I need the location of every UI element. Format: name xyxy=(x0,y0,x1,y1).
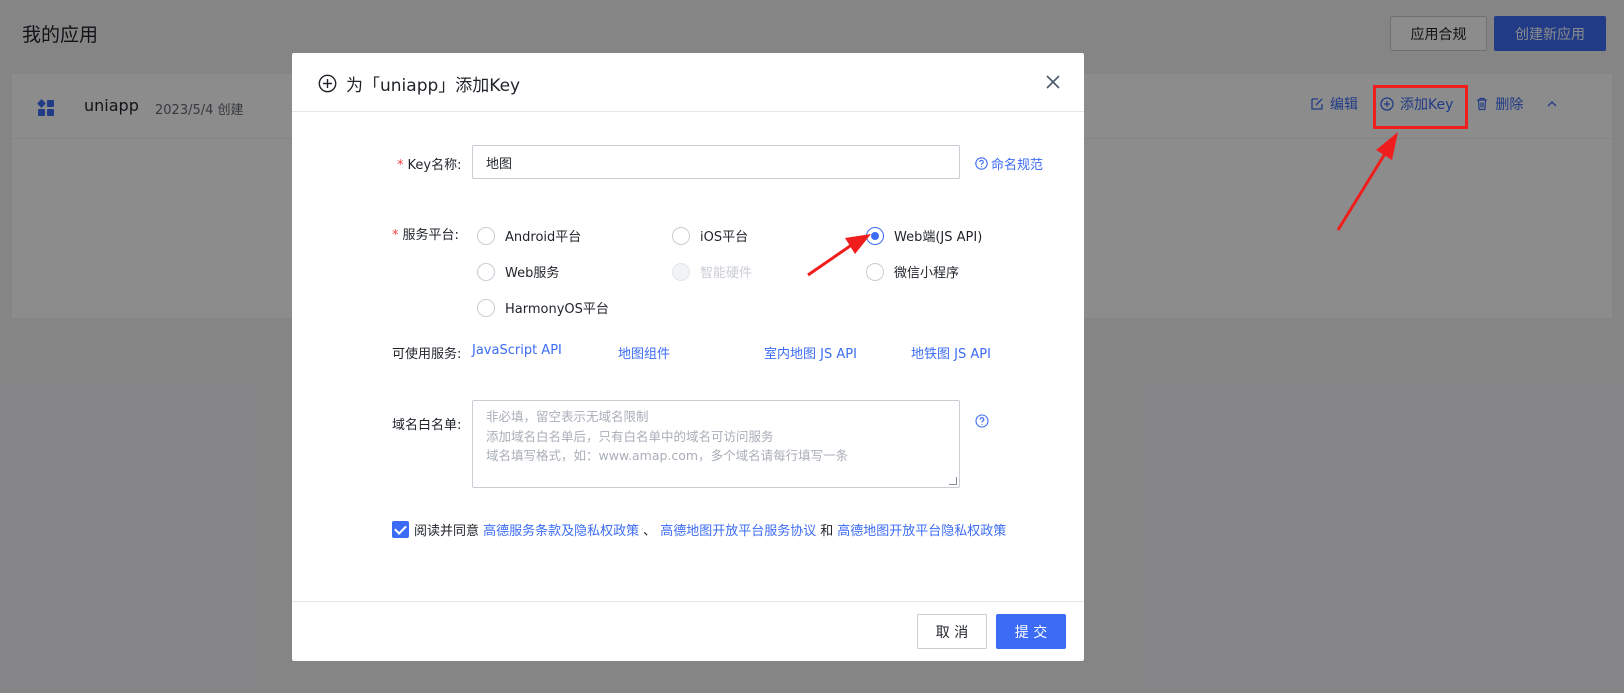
radio-wechat-mini-program[interactable]: 微信小程序 xyxy=(866,262,959,281)
platform-label: * 服务平台: xyxy=(392,228,459,243)
service-agreement-link[interactable]: 高德地图开放平台服务协议 xyxy=(660,520,816,539)
radio-circle-disabled xyxy=(672,262,690,281)
radio-ios[interactable]: iOS平台 xyxy=(672,226,748,245)
radio-smart-hardware: 智能硬件 xyxy=(672,262,752,281)
submit-button[interactable]: 提 交 xyxy=(996,614,1066,649)
radio-harmonyos[interactable]: HarmonyOS平台 xyxy=(477,298,609,317)
radio-web-js-api[interactable]: Web端(JS API) xyxy=(866,226,982,245)
resize-handle[interactable] xyxy=(949,477,957,485)
privacy-policy-link[interactable]: 高德地图开放平台隐私权政策 xyxy=(837,520,1006,539)
services-label: 可使用服务: xyxy=(392,347,462,362)
key-name-value: 地图 xyxy=(486,156,513,172)
dialog-footer: 取 消 提 交 xyxy=(292,601,1084,661)
placeholder-line: 非必填，留空表示无域名限制 xyxy=(486,409,649,424)
dialog-title-text: 为「uniapp」添加Key xyxy=(346,76,521,96)
radio-circle xyxy=(477,262,495,281)
service-link-subway-map[interactable]: 地铁图 JS API xyxy=(911,343,991,362)
key-name-label: * Key名称: xyxy=(397,158,462,173)
placeholder-line: 添加域名白名单后，只有白名单中的域名可访问服务 xyxy=(486,428,774,444)
radio-circle xyxy=(477,298,495,317)
help-circle-icon[interactable] xyxy=(975,414,989,428)
dialog-title: 为「uniapp」添加Key xyxy=(318,71,520,96)
add-circle-icon xyxy=(318,74,337,93)
annotation-arrow-icon xyxy=(1336,132,1398,231)
dialog-body: * Key名称: 地图 命名规范 * 服务平台: Android平台 iOS平台 W… xyxy=(292,112,1084,601)
annotation-arrow-icon xyxy=(807,234,871,277)
agreement-row: 阅读并同意 高德服务条款及隐私权政策 、 高德地图开放平台服务协议 和 高德地图… xyxy=(392,520,1006,539)
agreement-checkbox[interactable] xyxy=(392,521,409,538)
terms-privacy-link[interactable]: 高德服务条款及隐私权政策 xyxy=(483,520,639,539)
annotation-highlight-box xyxy=(1373,85,1468,129)
agreement-prefix: 阅读并同意 xyxy=(414,524,480,539)
service-link-map-component[interactable]: 地图组件 xyxy=(618,343,670,362)
whitelist-label: 域名白名单: xyxy=(392,418,462,433)
separator: 和 xyxy=(820,524,834,539)
service-link-indoor-map[interactable]: 室内地图 JS API xyxy=(764,343,857,362)
service-link-javascript-api[interactable]: JavaScript API xyxy=(472,343,562,358)
cancel-button[interactable]: 取 消 xyxy=(917,614,987,649)
key-name-input[interactable]: 地图 xyxy=(472,145,960,179)
naming-rules-link[interactable]: 命名规范 xyxy=(975,154,1043,173)
radio-android[interactable]: Android平台 xyxy=(477,226,581,245)
close-icon[interactable] xyxy=(1044,73,1062,91)
domain-whitelist-textarea[interactable]: 非必填，留空表示无域名限制 添加域名白名单后，只有白名单中的域名可访问服务 域名… xyxy=(472,400,960,488)
separator: 、 xyxy=(643,524,657,539)
add-key-dialog: 为「uniapp」添加Key * Key名称: 地图 命名规范 * 服务平台: An… xyxy=(292,53,1084,661)
dialog-header: 为「uniapp」添加Key xyxy=(292,53,1084,112)
radio-web-service[interactable]: Web服务 xyxy=(477,262,559,281)
placeholder-line: 域名填写格式，如：www.amap.com，多个域名请每行填写一条 xyxy=(486,448,849,463)
radio-circle xyxy=(672,226,690,245)
radio-circle xyxy=(477,226,495,245)
help-circle-icon xyxy=(975,157,988,170)
